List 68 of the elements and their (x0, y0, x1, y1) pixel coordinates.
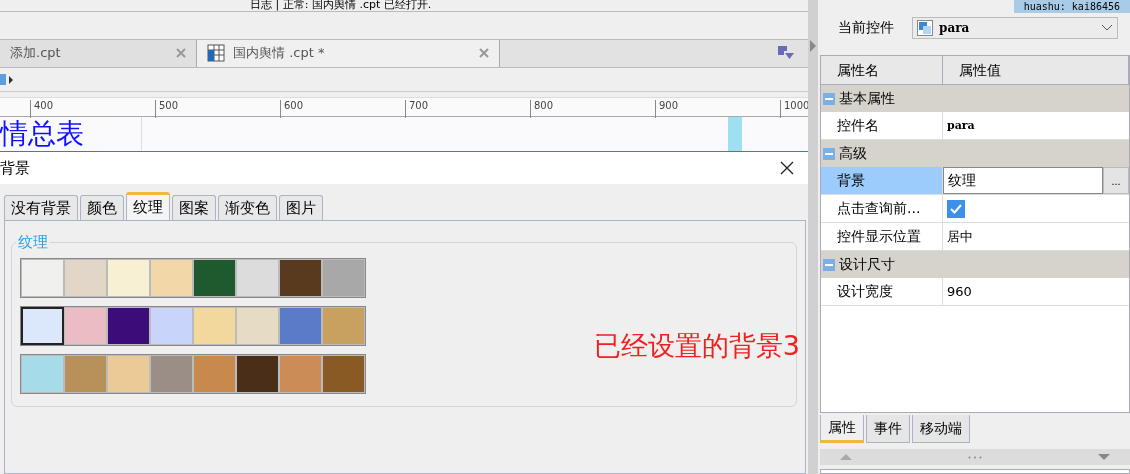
texture-swatch[interactable] (64, 307, 107, 345)
texture-swatch[interactable] (21, 355, 64, 393)
texture-swatch[interactable] (21, 259, 64, 297)
up-arrow-icon[interactable] (840, 454, 852, 460)
property-group[interactable]: 设计尺寸 (821, 251, 1129, 278)
panel-tab[interactable]: 属性 (820, 415, 864, 443)
dialog-tab[interactable]: 纹理 (126, 192, 170, 220)
dialog-tab[interactable]: 渐变色 (218, 195, 277, 220)
property-name: 背景 (821, 167, 943, 194)
texture-swatch[interactable] (64, 355, 107, 393)
property-group[interactable]: 基本属性 (821, 85, 1129, 112)
toolbar-icon[interactable] (0, 72, 14, 87)
texture-swatch[interactable] (150, 355, 193, 393)
texture-swatch[interactable] (107, 355, 150, 393)
close-icon[interactable] (176, 48, 186, 59)
texture-swatch[interactable] (107, 259, 150, 297)
texture-swatch[interactable] (21, 307, 64, 345)
texture-swatch[interactable] (236, 355, 279, 393)
panel-tab[interactable]: 事件 (866, 415, 910, 443)
column-header: 属性值 (943, 56, 1129, 84)
value-field[interactable]: 纹理 (943, 167, 1103, 194)
dropdown-icon[interactable] (778, 46, 794, 61)
property-value: para (946, 118, 976, 134)
column-header: 属性名 (821, 56, 943, 84)
texture-swatch[interactable] (193, 259, 236, 297)
texture-swatch[interactable] (279, 259, 322, 297)
texture-swatch[interactable] (279, 355, 322, 393)
group-title: 纹理 (17, 233, 49, 252)
texture-swatch[interactable] (322, 307, 365, 345)
property-value: 居中 (946, 228, 974, 246)
grid-icon (207, 44, 225, 63)
collapse-icon[interactable] (823, 258, 835, 271)
collapse-icon[interactable] (823, 92, 835, 105)
texture-swatch[interactable] (322, 355, 365, 393)
close-icon[interactable] (479, 48, 489, 59)
user-badge: huashu: kai86456 (1013, 0, 1130, 13)
texture-swatch[interactable] (150, 259, 193, 297)
texture-swatch[interactable] (193, 307, 236, 345)
texture-swatch[interactable] (236, 307, 279, 345)
texture-swatch[interactable] (64, 259, 107, 297)
dialog-title: 背景 (0, 158, 30, 178)
texture-swatch[interactable] (322, 259, 365, 297)
field-label: 当前控件 (838, 18, 894, 37)
dialog-tab[interactable]: 没有背景 (4, 195, 78, 220)
editor-tab[interactable]: 国内舆情 .cpt * (197, 39, 500, 68)
widget-select[interactable]: para (912, 16, 1118, 39)
widget-icon (917, 19, 933, 36)
checkbox[interactable] (947, 199, 965, 218)
dialog-tab[interactable]: 图案 (172, 195, 216, 220)
dialog-tab[interactable]: 图片 (279, 195, 323, 220)
texture-swatch[interactable] (236, 259, 279, 297)
texture-swatch[interactable] (193, 355, 236, 393)
status-message: 日志 | 正常: 国内舆情 .cpt 已经打开. (250, 0, 432, 12)
chevron-icon (1101, 23, 1113, 32)
annotation-text: 已经设置的背景3 (593, 329, 800, 363)
column-marker (728, 117, 742, 151)
expand-icon[interactable] (810, 40, 816, 52)
panel-tab[interactable]: 移动端 (912, 415, 970, 443)
property-group[interactable]: 高级 (821, 140, 1129, 167)
property-value: 960 (946, 283, 973, 301)
texture-swatch[interactable] (279, 307, 322, 345)
down-arrow-icon[interactable] (1098, 454, 1110, 460)
texture-swatch[interactable] (150, 307, 193, 345)
grip-icon[interactable] (968, 455, 982, 459)
dialog-tab[interactable]: 颜色 (80, 195, 124, 220)
texture-swatch[interactable] (107, 307, 150, 345)
collapse-icon[interactable] (823, 147, 835, 160)
browse-button[interactable]: ... (1103, 167, 1129, 194)
